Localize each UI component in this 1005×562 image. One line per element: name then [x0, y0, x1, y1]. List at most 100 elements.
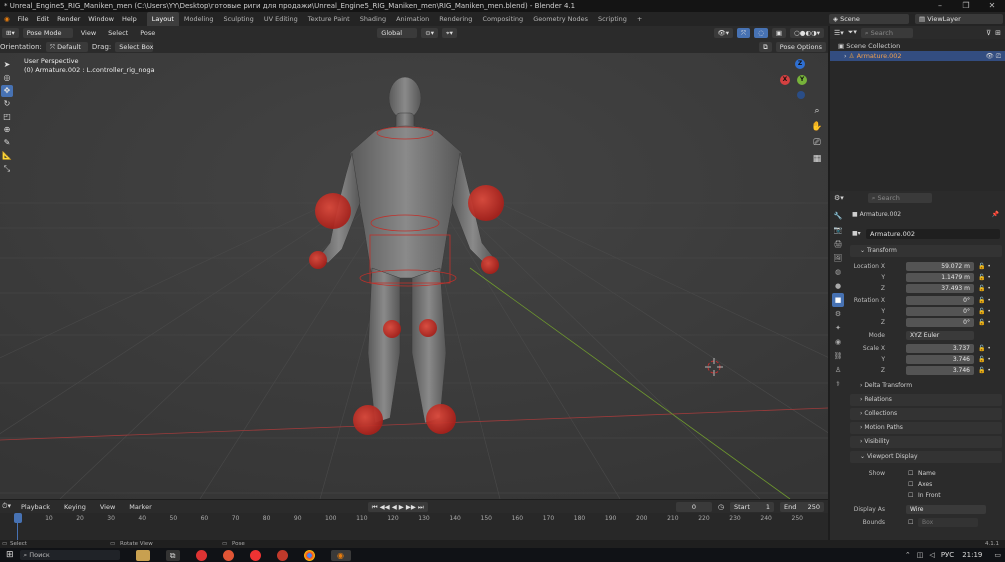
scale-tool-icon[interactable]: ◰	[1, 111, 13, 123]
drag-selector[interactable]: Select Box	[115, 41, 153, 52]
properties-editor-icon[interactable]: ⚙▾	[834, 194, 844, 202]
menu-help[interactable]: Help	[118, 12, 141, 26]
scene-selector[interactable]: ◈ Scene	[829, 14, 909, 24]
xray-icon[interactable]: ▣	[771, 28, 787, 38]
properties-search[interactable]: ⌕ Search	[867, 192, 932, 203]
axes-checkbox[interactable]: ☐	[908, 479, 913, 490]
overlay-toggle-icon[interactable]: ◌	[754, 28, 768, 38]
viewport-display-panel-header[interactable]: ⌄ Viewport Display	[850, 451, 1002, 463]
lock-icon[interactable]: 🔓 •	[978, 283, 991, 294]
gizmo-toggle-icon[interactable]: ⤧	[737, 28, 751, 38]
camera-view-icon[interactable]: ⎚	[810, 135, 824, 151]
visibility-icon[interactable]: 👁▾	[713, 28, 734, 38]
end-frame-field[interactable]: End 250	[780, 501, 824, 512]
pose-options-button[interactable]: Pose Options	[775, 41, 826, 52]
rotation-x-field[interactable]: 0°	[906, 296, 974, 305]
tab-animation[interactable]: Animation	[391, 12, 434, 26]
outliner-item-armature[interactable]: › ♙ Armature.002 👁 ⎚	[830, 51, 1005, 61]
tab-uv-editing[interactable]: UV Editing	[259, 12, 303, 26]
menu-view[interactable]: View	[77, 26, 100, 40]
playback-controls[interactable]: ⏮ ◀◀ ◀ ▶ ▶▶ ⏭	[367, 501, 428, 512]
zoom-icon[interactable]: ⌕	[810, 103, 824, 119]
tab-layout[interactable]: Layout	[146, 12, 179, 26]
taskbar-search[interactable]: ⌕ Поиск	[19, 550, 120, 560]
blender-logo-icon[interactable]: ◉	[0, 12, 14, 26]
volume-icon[interactable]: ◁	[929, 551, 934, 559]
lock-icon[interactable]: 🔓 •	[978, 261, 991, 272]
current-frame-field[interactable]: 0	[675, 501, 712, 512]
clock-time[interactable]: 21:19	[962, 551, 982, 559]
view-layer-selector[interactable]: ▤ ViewLayer	[915, 14, 1003, 24]
pin-icon[interactable]: 📌	[992, 209, 999, 220]
lock-icon[interactable]: 🔓 •	[978, 306, 991, 317]
output-tab-icon[interactable]: 🖨	[832, 237, 844, 251]
new-collection-icon[interactable]: ⊞	[995, 29, 1001, 37]
lock-icon[interactable]: 🔓 •	[978, 365, 991, 376]
bounds-checkbox[interactable]: ☐	[908, 517, 913, 528]
scale-y-field[interactable]: 3.746	[906, 355, 974, 364]
orientation-selector[interactable]: ⤧ Default	[45, 41, 88, 52]
neg-z-axis-icon[interactable]	[797, 91, 805, 99]
task-view-icon[interactable]: ⧉	[165, 549, 180, 561]
lock-icon[interactable]: 🔓 •	[978, 272, 991, 283]
tab-rendering[interactable]: Rendering	[434, 12, 477, 26]
motion-paths-panel-header[interactable]: › Motion Paths	[850, 422, 1002, 434]
taskbar-app-tools-icon[interactable]	[276, 549, 288, 561]
tray-arrow-icon[interactable]: ⌃	[905, 551, 911, 559]
timeline-editor-icon[interactable]: ⏱▾	[0, 502, 11, 511]
move-tool-icon[interactable]: ✥	[1, 85, 13, 97]
z-axis-icon[interactable]: Z	[795, 59, 805, 69]
add-workspace-icon[interactable]: +	[632, 12, 647, 26]
visibility-eye-icon[interactable]: 👁 ⎚	[985, 51, 1001, 61]
perspective-grid-icon[interactable]: ▦	[810, 151, 824, 167]
tab-sculpting[interactable]: Sculpting	[218, 12, 258, 26]
pivot-icon[interactable]: ⊙▾	[421, 28, 438, 38]
menu-marker[interactable]: Marker	[125, 500, 155, 514]
visibility-panel-header[interactable]: › Visibility	[850, 436, 1002, 448]
menu-playback[interactable]: Playback	[17, 500, 54, 514]
x-axis-icon[interactable]: X	[780, 75, 790, 85]
funnel-icon[interactable]: ⊽	[986, 29, 991, 37]
navigation-gizmo[interactable]: Z X Y	[778, 57, 822, 103]
keyboard-language[interactable]: РУС	[941, 551, 954, 559]
lock-icon[interactable]: 🔓 •	[978, 354, 991, 365]
collections-panel-header[interactable]: › Collections	[850, 408, 1002, 420]
scale-x-field[interactable]: 3.737	[906, 344, 974, 353]
pin-icon[interactable]: ⧉	[759, 41, 772, 52]
location-z-field[interactable]: 37.493 m	[906, 284, 974, 293]
menu-render[interactable]: Render	[53, 12, 84, 26]
bone-tool-icon[interactable]: ⤡	[1, 163, 13, 175]
3d-viewport[interactable]: User Perspective (0) Armature.002 : L.co…	[0, 53, 828, 499]
rotation-z-field[interactable]: 0°	[906, 318, 974, 327]
network-icon[interactable]: ◫	[917, 551, 924, 559]
frame-ruler[interactable]: 0102030405060708090100110120130140150160…	[0, 515, 828, 525]
rotation-y-field[interactable]: 0°	[906, 307, 974, 316]
object-name[interactable]: Armature.002	[860, 211, 902, 218]
tab-texture-paint[interactable]: Texture Paint	[303, 12, 355, 26]
transform-tool-icon[interactable]: ⊕	[1, 124, 13, 136]
lock-icon[interactable]: 🔓 •	[978, 343, 991, 354]
editor-type-icon[interactable]: ⊞▾	[2, 28, 19, 38]
location-x-field[interactable]: 59.072 m	[906, 262, 974, 271]
tab-compositing[interactable]: Compositing	[477, 12, 528, 26]
scale-z-field[interactable]: 3.746	[906, 366, 974, 375]
taskbar-app-red-icon[interactable]	[195, 549, 207, 561]
display-as-select[interactable]: Wire	[906, 505, 986, 514]
annotate-tool-icon[interactable]: ✎	[1, 137, 13, 149]
rotation-mode-select[interactable]: XYZ Euler	[906, 331, 974, 340]
snap-icon[interactable]: ⌖▾	[442, 28, 457, 38]
close-icon[interactable]: ✕	[979, 0, 1005, 12]
pan-hand-icon[interactable]: ✋	[810, 119, 824, 135]
menu-edit[interactable]: Edit	[33, 12, 54, 26]
taskbar-app-orange-icon[interactable]	[222, 549, 234, 561]
mode-selector[interactable]: Pose Mode	[22, 28, 73, 38]
menu-pose[interactable]: Pose	[136, 26, 159, 40]
rotate-tool-icon[interactable]: ↻	[1, 98, 13, 110]
menu-timeline-view[interactable]: View	[96, 500, 119, 514]
tab-scripting[interactable]: Scripting	[593, 12, 632, 26]
measure-tool-icon[interactable]: 📐	[1, 150, 13, 162]
delta-transform-subpanel[interactable]: › Delta Transform	[830, 380, 1005, 391]
tab-modeling[interactable]: Modeling	[179, 12, 219, 26]
outliner-root[interactable]: ▣ Scene Collection	[838, 41, 900, 51]
menu-select[interactable]: Select	[104, 26, 132, 40]
